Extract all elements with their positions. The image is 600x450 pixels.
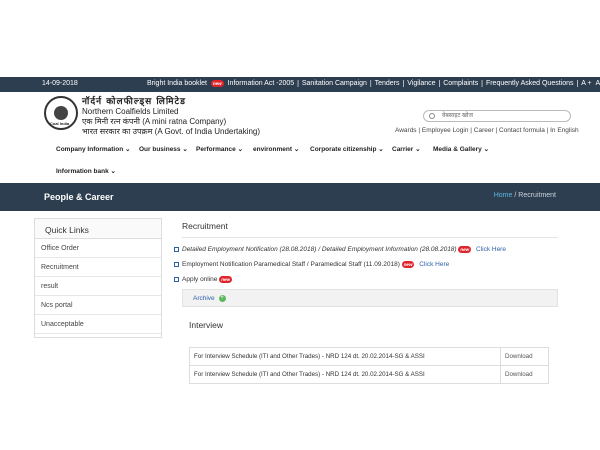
- breadcrumb: Home / Recruitment: [494, 192, 556, 199]
- interview-item-text: For Interview Schedule (ITI and Other Tr…: [189, 365, 501, 384]
- plus-icon: +: [218, 294, 226, 302]
- interview-item-text: For Interview Schedule (ITI and Other Tr…: [189, 347, 501, 366]
- breadcrumb-separator: /: [514, 192, 517, 199]
- search-icon: [429, 113, 435, 119]
- quick-link-ncs-portal[interactable]: Ncs portal: [35, 296, 161, 315]
- breadcrumb-current: Recruitment: [518, 192, 556, 199]
- apply-online-link[interactable]: Apply online: [182, 277, 217, 284]
- recruitment-item-text: Detailed Employment Notification (28.08.…: [182, 246, 457, 254]
- top-bar: 14-09-2018 Bright India booklet new Info…: [0, 77, 600, 92]
- top-link-vigilance[interactable]: Vigilance: [407, 80, 435, 87]
- quick-link-office-order[interactable]: Office Order: [35, 239, 161, 258]
- org-name-block: नॉर्दर्न कोलफील्ड्स लिमिटेड Northern Coa…: [82, 97, 260, 137]
- font-increase-button[interactable]: A +: [581, 80, 591, 87]
- nav-information-bank[interactable]: Information bank ⌄: [56, 167, 116, 175]
- table-row: For Interview Schedule (ITI and Other Tr…: [189, 347, 549, 366]
- interview-table: For Interview Schedule (ITI and Other Tr…: [189, 347, 549, 384]
- nav-performance[interactable]: Performance ⌄: [196, 145, 243, 153]
- font-decrease-button[interactable]: A-: [596, 80, 600, 87]
- click-here-link[interactable]: Click Here: [419, 261, 449, 268]
- chevron-down-icon: ⌄: [237, 146, 244, 153]
- table-row: For Interview Schedule (ITI and Other Tr…: [189, 365, 549, 384]
- nav-our-business[interactable]: Our business ⌄: [139, 145, 188, 153]
- list-item: Employment Notification Paramedical Staf…: [174, 261, 558, 269]
- chevron-down-icon: ⌄: [124, 146, 131, 153]
- nav-corporate-citizenship[interactable]: Corporate citizenship ⌄: [310, 145, 384, 153]
- new-badge: new: [210, 80, 224, 87]
- breadcrumb-home[interactable]: Home: [494, 192, 513, 199]
- recruitment-item-text: Employment Notification Paramedical Staf…: [182, 261, 400, 269]
- org-name-hindi: नॉर्दर्न कोलफील्ड्स लिमिटेड: [82, 97, 186, 107]
- chevron-down-icon: ⌄: [110, 168, 116, 175]
- search-placeholder: वेबसाइट खोज: [442, 113, 473, 119]
- new-badge: new: [401, 261, 415, 269]
- quick-links-title: Quick Links: [35, 219, 161, 239]
- top-link-complaints[interactable]: Complaints: [443, 80, 478, 87]
- govt-undertaking-label: भारत सरकार का उपक्रम (A Govt. of India U…: [82, 127, 261, 136]
- top-link-bright-india[interactable]: Bright India booklet: [147, 80, 207, 87]
- top-link-faq[interactable]: Frequently Asked Questions: [486, 80, 574, 87]
- chevron-down-icon: ⌄: [378, 146, 384, 153]
- top-links: Bright India booklet new Information Act…: [146, 80, 600, 87]
- logo-emblem-icon: [54, 106, 68, 120]
- page-title: People & Career: [44, 192, 114, 202]
- top-link-information-act[interactable]: Information Act -2005: [228, 80, 295, 87]
- page-banner: People & Career Home / Recruitment: [0, 183, 600, 211]
- quick-link-recruitment[interactable]: Recruitment: [35, 258, 161, 277]
- download-link[interactable]: Download: [500, 347, 549, 366]
- download-link[interactable]: Download: [500, 365, 549, 384]
- quick-links-panel: Quick Links Office Order Recruitment res…: [34, 218, 162, 338]
- checkbox-icon: [174, 247, 179, 252]
- recruitment-section: Recruitment Detailed Employment Notifica…: [174, 218, 558, 307]
- nav-environment[interactable]: environment ⌄: [253, 145, 299, 153]
- page-bottom-cutoff: [0, 384, 600, 450]
- logo-text: Coal India: [50, 121, 70, 126]
- chevron-down-icon: ⌄: [293, 146, 300, 153]
- utility-links[interactable]: Awards | Employee Login | Career | Conta…: [395, 127, 579, 134]
- new-badge: new: [219, 276, 232, 284]
- nav-company-information[interactable]: Company Information ⌄: [56, 145, 130, 153]
- coal-india-logo[interactable]: Coal India: [44, 96, 78, 130]
- chevron-down-icon: ⌄: [182, 146, 188, 153]
- chevron-down-icon: ⌄: [415, 146, 421, 153]
- current-date: 14-09-2018: [42, 80, 78, 87]
- top-link-tenders[interactable]: Tenders: [375, 80, 400, 87]
- interview-title: Interview: [189, 320, 224, 330]
- list-item: Apply online new: [174, 276, 558, 284]
- quick-link-result[interactable]: result: [35, 277, 161, 296]
- mini-ratna-label: एक मिनी रत्न कंपनी (A mini ratna Company…: [82, 117, 227, 126]
- org-name-english: Northern Coalfields Limited: [82, 107, 179, 116]
- nav-carrier[interactable]: Carrier ⌄: [392, 145, 421, 153]
- list-item: Detailed Employment Notification (28.08.…: [174, 246, 558, 254]
- recruitment-title: Recruitment: [182, 221, 558, 238]
- nav-media-gallery[interactable]: Media & Gallery ⌄: [433, 145, 489, 153]
- chevron-down-icon: ⌄: [483, 146, 490, 153]
- top-link-sanitation[interactable]: Sanitation Campaign: [302, 80, 367, 87]
- main-navigation: Company Information ⌄ Our business ⌄ Per…: [0, 140, 600, 182]
- checkbox-icon: [174, 277, 179, 283]
- site-header: Coal India नॉर्दर्न कोलफील्ड्स लिमिटेड N…: [0, 92, 600, 140]
- click-here-link[interactable]: Click Here: [476, 246, 506, 253]
- checkbox-icon: [174, 262, 179, 268]
- archive-toggle[interactable]: Archive +: [182, 288, 558, 307]
- archive-label: Archive: [193, 294, 215, 302]
- quick-link-unacceptable[interactable]: Unacceptable: [35, 315, 161, 334]
- new-badge: new: [458, 246, 472, 253]
- search-input[interactable]: वेबसाइट खोज: [423, 110, 571, 122]
